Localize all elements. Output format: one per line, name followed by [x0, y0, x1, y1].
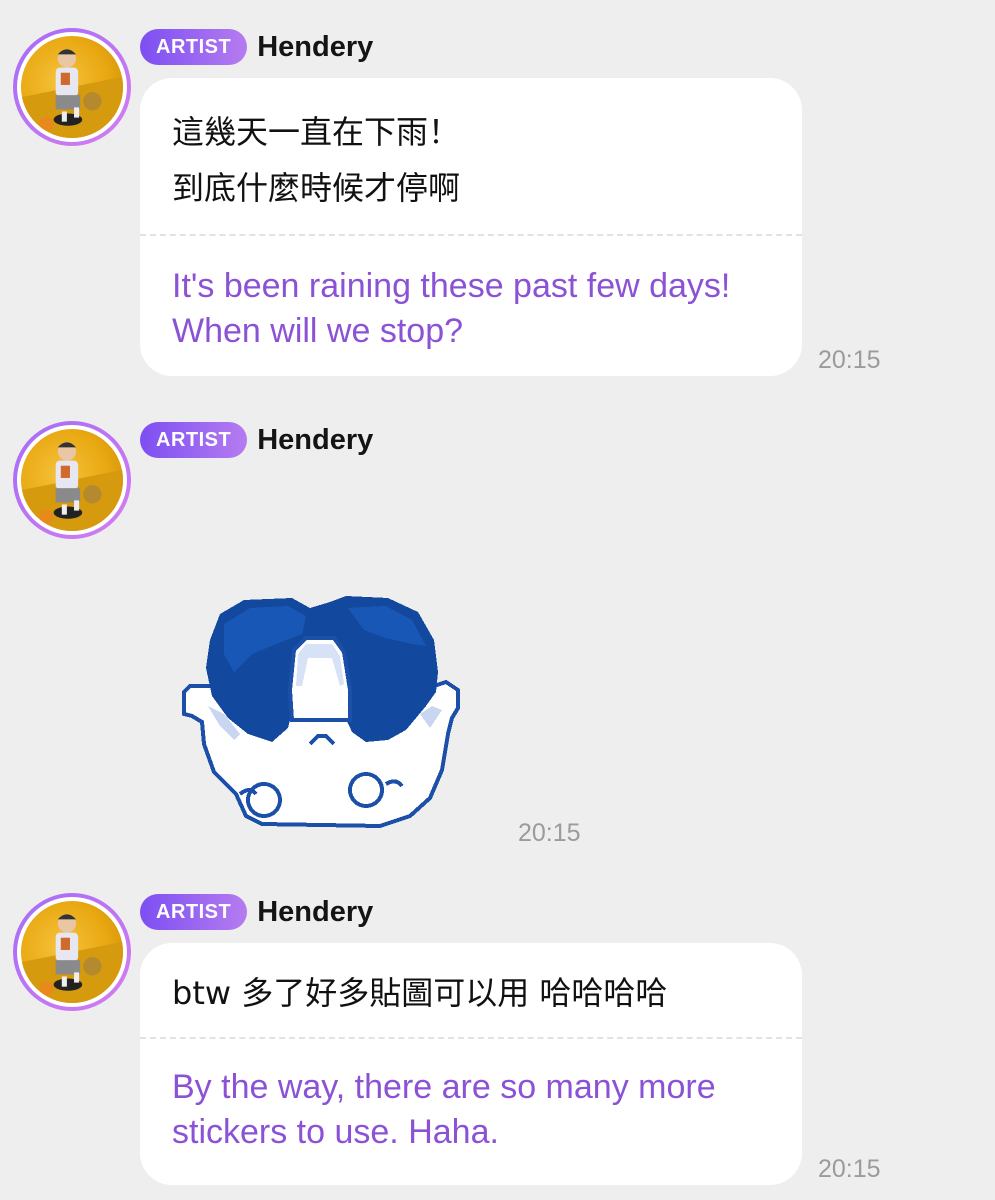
sender-name[interactable]: Hendery — [257, 424, 373, 457]
timestamp: 20:15 — [818, 1155, 881, 1183]
sticker-image[interactable] — [180, 594, 460, 839]
artist-badge: ARTIST — [140, 29, 248, 65]
translation-text: It's been raining these past few days! W… — [172, 267, 731, 350]
message-bubble[interactable]: 這幾天一直在下雨！ 到底什麼時候才停啊 It's been raining th… — [140, 78, 802, 376]
avatar[interactable] — [13, 421, 131, 539]
avatar[interactable] — [13, 893, 131, 1011]
sender-name[interactable]: Hendery — [257, 31, 373, 64]
avatar[interactable] — [13, 28, 131, 146]
artist-badge: ARTIST — [140, 894, 248, 930]
translation-text: By the way, there are so many more stick… — [172, 1068, 716, 1151]
timestamp: 20:15 — [518, 819, 581, 847]
original-text: 這幾天一直在下雨！ 到底什麼時候才停啊 — [172, 113, 461, 207]
sender-row: ARTIST Hendery — [140, 29, 373, 65]
timestamp: 20:15 — [818, 346, 881, 374]
sender-name[interactable]: Hendery — [257, 896, 373, 929]
sender-row: ARTIST Hendery — [140, 894, 373, 930]
artist-badge: ARTIST — [140, 422, 248, 458]
original-text: btw 多了好多貼圖可以用 哈哈哈哈 — [172, 974, 668, 1012]
message-bubble[interactable]: btw 多了好多貼圖可以用 哈哈哈哈 By the way, there are… — [140, 943, 802, 1185]
sender-row: ARTIST Hendery — [140, 422, 373, 458]
